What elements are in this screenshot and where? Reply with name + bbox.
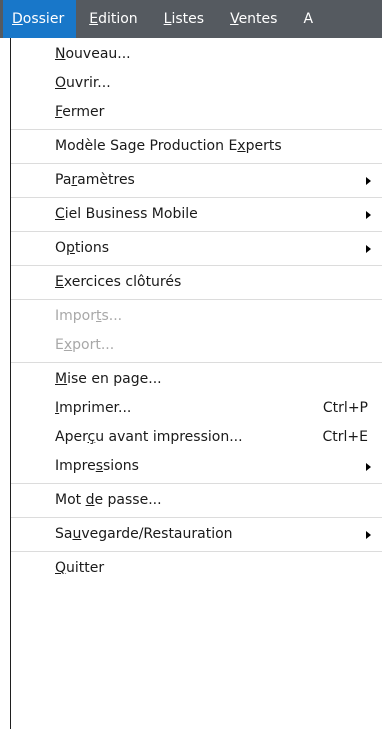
- menu-item-exercices-clotures[interactable]: Exercices clôturés: [11, 268, 382, 297]
- menu-item-mise-en-page[interactable]: Mise en page...: [11, 365, 382, 394]
- label-text: amètres: [77, 172, 135, 188]
- menu-group: Sauvegarde/Restauration: [11, 518, 382, 552]
- label-text: ermer: [62, 104, 105, 120]
- menubar-item-ventes[interactable]: Ventes: [217, 0, 290, 38]
- mnemonic-letter: x: [63, 337, 73, 353]
- menu-item-imports: Imports...: [11, 302, 382, 331]
- shortcut-label: Ctrl+E: [322, 429, 369, 445]
- dossier-dropdown-menu: Nouveau... Ouvrir... Fermer Modèle Sage Pro…: [10, 38, 382, 729]
- menu-group: Quitter: [11, 552, 382, 585]
- label-text: perts: [245, 138, 282, 154]
- label-text: Impor: [55, 308, 96, 324]
- menu-item-imprimer[interactable]: Imprimer... Ctrl+P: [11, 394, 382, 423]
- menu-group: Ciel Business Mobile: [11, 198, 382, 232]
- shortcut-label: Ctrl+P: [322, 400, 368, 416]
- label-text: E: [55, 337, 64, 353]
- menu-item-modele-sage-production-experts[interactable]: Modèle Sage Production Experts: [11, 132, 382, 161]
- mnemonic-letter: M: [55, 371, 68, 387]
- label-text: Impre: [55, 458, 96, 474]
- menu-group: Options: [11, 232, 382, 266]
- menu-item-export: Export...: [11, 331, 382, 360]
- label-text: Aper: [55, 429, 88, 445]
- menu-group: Paramètres: [11, 164, 382, 198]
- label-text: uitter: [66, 560, 105, 576]
- mnemonic-letter: u: [72, 526, 82, 542]
- menu-group: Mise en page... Imprimer... Ctrl+P Aperçu a…: [11, 363, 382, 484]
- mnemonic-letter: C: [55, 206, 65, 222]
- submenu-arrow-icon: [366, 531, 371, 539]
- label-text: istes: [171, 11, 205, 27]
- menu-item-quitter[interactable]: Quitter: [11, 554, 382, 583]
- menu-item-impressions[interactable]: Impressions: [11, 452, 382, 481]
- menubar-item-listes[interactable]: Listes: [151, 0, 217, 38]
- menu-item-options[interactable]: Options: [11, 234, 382, 263]
- label-text: sions: [103, 458, 139, 474]
- menu-group: Nouveau... Ouvrir... Fermer: [11, 38, 382, 130]
- label-text: A: [303, 11, 314, 27]
- menubar-item-dossier[interactable]: Dossier: [3, 0, 77, 38]
- label-text: entes: [238, 11, 278, 27]
- mnemonic-letter: V: [230, 11, 239, 27]
- mnemonic-letter: s: [95, 458, 104, 474]
- label-text: Modèle Sage Production E: [55, 138, 238, 154]
- label-text: Sa: [55, 526, 73, 542]
- submenu-arrow-icon: [366, 245, 371, 253]
- label-text: uvrir...: [66, 75, 111, 91]
- mnemonic-letter: p: [66, 240, 75, 256]
- menu-item-nouveau[interactable]: Nouveau...: [11, 40, 382, 69]
- mnemonic-letter: E: [89, 11, 99, 27]
- mnemonic-letter: D: [12, 11, 23, 27]
- menu-group: Imports... Export...: [11, 300, 382, 363]
- label-text: ouveau...: [65, 46, 131, 62]
- label-text: ise en page...: [67, 371, 162, 387]
- submenu-arrow-icon: [366, 463, 371, 471]
- label-text: mprimer...: [59, 400, 132, 416]
- menu-bar: Dossier Edition Listes Ventes A: [0, 0, 382, 38]
- menu-group: Mot de passe...: [11, 484, 382, 518]
- menu-item-ciel-business-mobile[interactable]: Ciel Business Mobile: [11, 200, 382, 229]
- label-text: xercices clôturés: [63, 274, 182, 290]
- mnemonic-letter: N: [55, 46, 66, 62]
- label-text: ossier: [22, 11, 65, 27]
- label-text: e passe...: [94, 492, 162, 508]
- menu-item-parametres[interactable]: Paramètres: [11, 166, 382, 195]
- label-text: u avant impression...: [95, 429, 243, 445]
- menu-item-sauvegarde-restauration[interactable]: Sauvegarde/Restauration: [11, 520, 382, 549]
- menu-group: Exercices clôturés: [11, 266, 382, 300]
- mnemonic-letter: E: [55, 274, 64, 290]
- mnemonic-letter: x: [237, 138, 246, 154]
- menu-group: Modèle Sage Production Experts: [11, 130, 382, 164]
- label-text: Mot: [55, 492, 86, 508]
- mnemonic-letter: O: [55, 75, 67, 91]
- label-text: O: [55, 240, 67, 256]
- label-text: iel Business Mobile: [64, 206, 198, 222]
- mnemonic-letter: Q: [55, 560, 67, 576]
- label-text: port...: [72, 337, 115, 353]
- label-text: vegarde/Restauration: [81, 526, 233, 542]
- submenu-arrow-icon: [366, 211, 371, 219]
- menu-item-apercu-avant-impression[interactable]: Aperçu avant impression... Ctrl+E: [11, 423, 382, 452]
- submenu-arrow-icon: [366, 177, 371, 185]
- menu-item-fermer[interactable]: Fermer: [11, 98, 382, 127]
- menubar-item-edition[interactable]: Edition: [76, 0, 150, 38]
- label-text: Pa: [55, 172, 72, 188]
- label-text: s...: [101, 308, 123, 324]
- label-text: tions: [74, 240, 110, 256]
- menubar-item-a[interactable]: A: [290, 0, 326, 38]
- menu-item-mot-de-passe[interactable]: Mot de passe...: [11, 486, 382, 515]
- menu-item-ouvrir[interactable]: Ouvrir...: [11, 69, 382, 98]
- label-text: dition: [98, 11, 138, 27]
